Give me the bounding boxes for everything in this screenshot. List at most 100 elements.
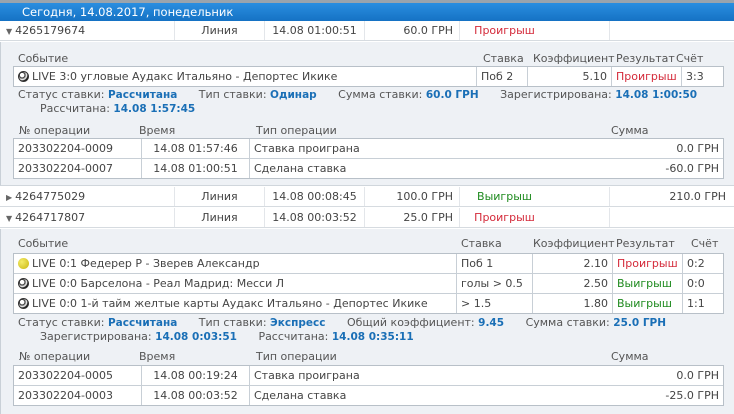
col-time: Время	[139, 124, 176, 137]
operation-row: 203302204-0009 14.08 01:57:46 Ставка про…	[14, 139, 723, 159]
col-result: Результат	[616, 237, 675, 250]
col-event: Событие	[18, 52, 69, 65]
registered-text: Зарегистрирована:	[40, 330, 152, 343]
col-score: Счёт	[676, 52, 704, 65]
col-stake: Ставка	[483, 52, 524, 65]
no-text: 203302204-0007	[14, 159, 142, 178]
result-text: Выигрыш	[613, 274, 683, 293]
bet-details: Событие Ставка Коэффициент Результат Счё…	[0, 42, 734, 186]
collapse-arrow-icon[interactable]: ▼	[6, 214, 12, 223]
bet-row[interactable]: ▶ 4264775029 Линия 14.08 00:08:45 100.0 Г…	[0, 187, 734, 207]
bet-id: 4265179674	[15, 24, 86, 37]
registered-text: Зарегистрирована:	[500, 88, 612, 101]
sum-text: -25.0 ГРН	[665, 389, 719, 402]
bet-row[interactable]: ▼ 4265179674 Линия 14.08 01:00:51 60.0 ГР…	[0, 21, 734, 41]
settled-text: Рассчитана:	[258, 330, 329, 343]
event-row[interactable]: LIVE 3:0 угловые Аудакс Итальяно - Депор…	[14, 67, 723, 87]
score-text: 0:0	[687, 277, 705, 290]
sum-text: 60.0 ГРН	[425, 89, 479, 101]
col-sum: Сумма	[611, 350, 649, 363]
sum-text: 25.0 ГРН	[613, 317, 667, 329]
type-text: Сделана ставка	[254, 389, 347, 402]
status-text: Рассчитана	[107, 89, 178, 101]
bet-row[interactable]: ▼ 4264717807 Линия 14.08 00:03:52 25.0 ГР…	[0, 208, 734, 228]
total-coef-text: Общий коэффициент:	[346, 316, 475, 329]
bet-type-text: Тип ставки:	[198, 88, 267, 101]
score-text: 1:1	[687, 297, 705, 310]
bet-datetime: 14.08 00:03:52	[265, 208, 365, 227]
settled-text: 14.08 1:57:45	[113, 103, 196, 115]
stake-text: голы > 0.5	[457, 274, 533, 293]
sum-text: 0.0 ГРН	[676, 142, 719, 155]
no-text: 203302204-0005	[14, 366, 142, 385]
collapse-arrow-icon[interactable]: ▼	[6, 27, 12, 36]
operation-row: 203302204-0003 14.08 00:03:52 Сделана ст…	[14, 386, 723, 406]
event-stake: Поб 2	[477, 67, 528, 86]
status-text: Статус ставки:	[18, 88, 105, 101]
name-text: LIVE 0:1 Федерер Р - Зверев Александр	[32, 257, 260, 270]
name-text: LIVE 0:0 1-й тайм желтые карты Аудакс Ит…	[32, 297, 428, 310]
bet-result: Проигрыш	[460, 208, 610, 227]
status-text: Статус ставки:	[18, 316, 105, 329]
bet-amount: 60.0 ГРН	[365, 21, 460, 40]
bet-id: 4264775029	[15, 190, 86, 203]
event-row[interactable]: LIVE 0:1 Федерер Р - Зверев Александр По…	[14, 254, 723, 274]
no-text: 203302204-0009	[14, 139, 142, 158]
type-text: Экспресс	[270, 317, 326, 329]
soccer-ball-icon	[18, 71, 29, 82]
event-coef: 5.10	[528, 67, 612, 86]
status-text: Рассчитана	[107, 317, 178, 329]
stake-text: > 1.5	[457, 294, 533, 313]
event-row[interactable]: LIVE 0:0 Барселона - Реал Мадрид: Месси …	[14, 274, 723, 294]
col-event: Событие	[18, 237, 69, 250]
bet-result: Проигрыш	[460, 21, 610, 40]
type-text: Ставка проиграна	[254, 369, 360, 382]
time-text: 14.08 01:57:46	[142, 139, 250, 158]
total-coef-text: 9.45	[478, 317, 505, 329]
bet-result: Выигрыш	[460, 187, 610, 206]
soccer-ball-icon	[18, 278, 29, 289]
bet-win	[610, 21, 734, 40]
bet-id: 4264717807	[15, 211, 86, 224]
type-text: Ставка проиграна	[254, 142, 360, 155]
col-result: Результат	[616, 52, 675, 65]
events-table: LIVE 0:1 Федерер Р - Зверев Александр По…	[13, 253, 724, 314]
col-op-type: Тип операции	[256, 350, 337, 363]
event-result: Проигрыш	[612, 67, 682, 86]
result-text: Проигрыш	[613, 254, 683, 273]
bet-summary: Статус ставки: Рассчитана Тип ставки: Од…	[18, 88, 697, 101]
col-op-no: № операции	[19, 124, 91, 137]
expand-arrow-icon[interactable]: ▶	[6, 193, 12, 202]
coef-text: 2.10	[533, 254, 613, 273]
bet-type-text: Тип ставки:	[198, 316, 267, 329]
event-name: LIVE 3:0 угловые Аудакс Итальяно - Депор…	[32, 70, 338, 83]
date-header: Сегодня, 14.08.2017, понедельник	[0, 0, 734, 21]
col-stake: Ставка	[461, 237, 502, 250]
operations-table: 203302204-0005 14.08 00:19:24 Ставка про…	[13, 365, 724, 406]
settled-text: 14.08 0:35:11	[331, 331, 414, 343]
bet-datetime: 14.08 01:00:51	[265, 21, 365, 40]
registered-text: 14.08 1:00:50	[615, 89, 698, 101]
bet-sum-text: Сумма ставки:	[525, 316, 610, 329]
sum-text: -60.0 ГРН	[665, 162, 719, 175]
coef-text: 1.80	[533, 294, 613, 313]
event-row[interactable]: LIVE 0:0 1-й тайм желтые карты Аудакс Ит…	[14, 294, 723, 314]
bet-line: Линия	[175, 187, 265, 206]
bet-summary: Статус ставки: Рассчитана Тип ставки: Эк…	[18, 316, 666, 329]
bet-sum-text: Сумма ставки:	[338, 88, 423, 101]
col-score: Счёт	[691, 237, 719, 250]
col-op-type: Тип операции	[256, 124, 337, 137]
col-sum: Сумма	[611, 124, 649, 137]
operations-table: 203302204-0009 14.08 01:57:46 Ставка про…	[13, 138, 724, 179]
no-text: 203302204-0003	[14, 386, 142, 405]
time-text: 14.08 00:19:24	[142, 366, 250, 385]
name-text: LIVE 0:0 Барселона - Реал Мадрид: Месси …	[32, 277, 285, 290]
stake-text: Поб 1	[457, 254, 533, 273]
col-coef: Коэффициент	[533, 237, 615, 250]
soccer-ball-icon	[18, 298, 29, 309]
bet-datetime: 14.08 00:08:45	[265, 187, 365, 206]
type-text: Сделана ставка	[254, 162, 347, 175]
sum-text: 0.0 ГРН	[676, 369, 719, 382]
bet-win	[610, 208, 734, 227]
events-table: LIVE 3:0 угловые Аудакс Итальяно - Депор…	[13, 66, 724, 87]
